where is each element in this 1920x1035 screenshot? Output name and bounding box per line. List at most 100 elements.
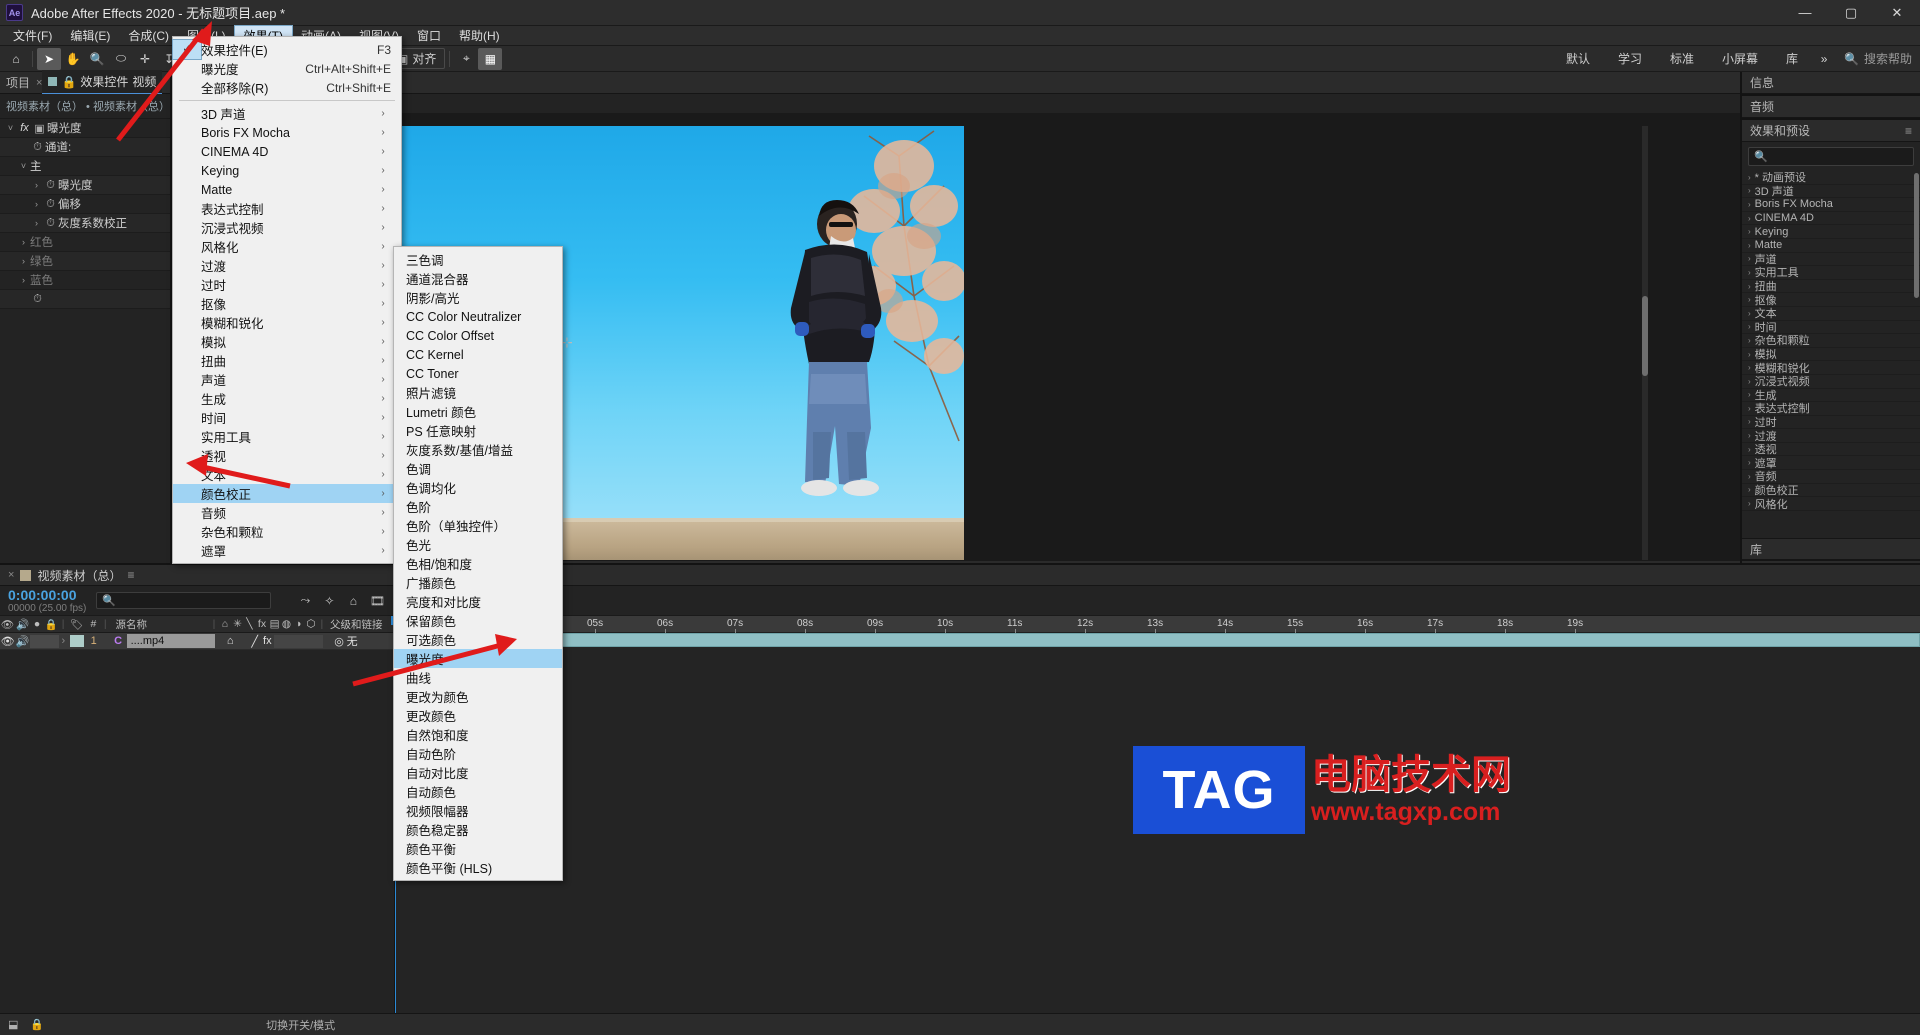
hide-shy-layers-icon[interactable]: ⌂ [343,592,363,610]
tab-effect-controls[interactable]: 🔒 效果控件 视频 [42,70,163,95]
disclosure-arrow-icon[interactable]: › [30,180,43,190]
chevron-right-icon[interactable]: › [1748,268,1751,277]
disclosure-arrow-icon[interactable]: › [17,237,30,247]
color-submenu-item[interactable]: CC Color Offset [394,326,562,345]
stopwatch-icon[interactable]: ⏱ [43,217,58,230]
effects-menu-category[interactable]: 风格化 › [173,237,401,256]
draft-3d-icon[interactable]: ✧ [319,592,339,610]
effects-menu-item[interactable]: ✓ 效果控件(E) F3 [172,39,401,60]
row-solo-toggle[interactable] [30,634,44,648]
panel-menu-icon[interactable]: ≡ [1905,124,1912,138]
row-motionblur-toggle[interactable] [285,634,298,648]
effects-category-row[interactable]: › CINEMA 4D [1742,212,1920,226]
effects-menu-category[interactable]: 生成 › [173,389,401,408]
disclosure-arrow-icon[interactable]: › [17,275,30,285]
color-submenu-item[interactable]: 色阶 [394,497,562,516]
row-adjustment-toggle[interactable] [297,634,310,648]
audio-panel-header[interactable]: 音频 [1742,96,1920,118]
table-row[interactable]: 👁 🔊 › 1 C ....mp4 ⌂ ╱ fx ◎ 无 [0,633,394,650]
chevron-right-icon[interactable]: › [1748,404,1751,413]
disclosure-arrow-icon[interactable]: ˅ [17,161,30,171]
search-help-box[interactable]: 🔍 搜索帮助 [1836,48,1920,69]
menu-8[interactable]: 帮助(H) [450,26,509,46]
toggle-switches-modes-label[interactable]: 切换开关/模式 [266,1017,335,1033]
chevron-right-icon[interactable]: › [1748,485,1751,494]
row-frameblend-toggle[interactable] [274,634,286,648]
chevron-right-icon[interactable]: › [1748,200,1751,209]
color-submenu-item[interactable]: 保留颜色 [394,611,562,630]
color-submenu-item[interactable]: 通道混合器 [394,269,562,288]
timeline-ruler[interactable]: 03s04s05s06s07s08s09s10s11s12s13s14s15s1… [395,616,1920,633]
color-submenu-item[interactable]: CC Color Neutralizer [394,307,562,326]
color-submenu-item[interactable]: 自然饱和度 [394,725,562,744]
chevron-right-icon[interactable]: › [1748,186,1751,195]
color-submenu-item[interactable]: Lumetri 颜色 [394,402,562,421]
disclosure-arrow-icon[interactable]: ˅ [4,123,17,133]
color-submenu-item[interactable]: 颜色稳定器 [394,820,562,839]
row-3d-toggle[interactable] [309,634,324,648]
effects-menu-category[interactable]: 过渡 › [173,256,401,275]
menu-1[interactable]: 编辑(E) [61,26,119,46]
color-correction-submenu[interactable]: 三色调 通道混合器 阴影/高光 CC Color Neutralizer CC Colo… [393,246,563,881]
effect-property-row[interactable]: › 蓝色 [0,271,170,290]
chevron-right-icon[interactable]: › [1748,214,1751,223]
color-submenu-item[interactable]: 可选颜色 [394,630,562,649]
effects-menu[interactable]: ✓ 效果控件(E) F3 曝光度 Ctrl+Alt+Shift+E 全部移除(R) Ctrl… [172,36,402,564]
row-lock-toggle[interactable] [43,634,60,648]
color-submenu-item[interactable]: 颜色平衡 (HLS) [394,858,562,877]
effects-category-list[interactable]: › * 动画预设 › 3D 声道 › Boris FX Mocha › CINEMA 4D › K… [1742,171,1920,538]
effects-category-row[interactable]: › Boris FX Mocha [1742,198,1920,212]
color-submenu-item[interactable]: 自动颜色 [394,782,562,801]
color-submenu-item[interactable]: 更改颜色 [394,706,562,725]
color-submenu-item[interactable]: 照片滤镜 [394,383,562,402]
chevron-right-icon[interactable]: › [1748,377,1751,386]
stopwatch-icon[interactable]: ⏱ [43,198,58,211]
color-submenu-item[interactable]: 灰度系数/基值/增益 [394,440,562,459]
color-submenu-item[interactable]: 广播颜色 [394,573,562,592]
effects-menu-category[interactable]: 抠像 › [173,294,401,313]
color-submenu-item[interactable]: 曲线 [394,668,562,687]
timeline-panel-menu-icon[interactable]: ≡ [127,568,134,582]
color-submenu-item[interactable]: 视频限幅器 [394,801,562,820]
status-lock-icon[interactable]: 🔒 [30,1018,44,1031]
effects-menu-category[interactable]: Boris FX Mocha › [173,123,401,142]
chevron-right-icon[interactable]: › [1748,227,1751,236]
row-audio-icon[interactable]: 🔊 [15,633,30,649]
effect-property-row[interactable]: › 红色 [0,233,170,252]
color-submenu-item[interactable]: CC Kernel [394,345,562,364]
pan-tool-icon[interactable]: ✛ [133,48,157,70]
hand-tool-icon[interactable]: ✋ [61,48,85,70]
info-panel-header[interactable]: 信息 [1742,72,1920,94]
effect-property-row[interactable]: › ⏱ 曝光度 [0,176,170,195]
chevron-right-icon[interactable]: › [1748,309,1751,318]
chevron-right-icon[interactable]: › [1748,336,1751,345]
snapping-icon[interactable]: ⌖ [454,48,478,70]
color-submenu-item[interactable]: CC Toner [394,364,562,383]
effects-menu-item[interactable]: 全部移除(R) Ctrl+Shift+E [173,78,401,97]
viewer-scrollbar[interactable] [1642,126,1648,560]
effects-menu-category[interactable]: 颜色校正 › [173,484,401,503]
effects-menu-category[interactable]: 模拟 › [173,332,401,351]
chevron-right-icon[interactable]: › [1748,282,1751,291]
effects-menu-category[interactable]: 杂色和颗粒 › [173,522,401,541]
solo-icon[interactable]: ● [30,616,43,632]
stopwatch-icon[interactable]: ⏱ [30,141,45,154]
effect-property-row[interactable]: ⏱ [0,290,170,309]
effects-menu-category[interactable]: 遮罩 › [173,541,401,560]
color-submenu-item[interactable]: PS 任意映射 [394,421,562,440]
stopwatch-icon[interactable]: ⏱ [30,293,45,306]
row-parent-value[interactable]: 无 [347,633,394,649]
row-shy-icon[interactable]: ⌂ [223,633,237,649]
color-submenu-item[interactable]: 曝光度 [394,649,562,668]
effect-property-row[interactable]: ˅ fx ▣ 曝光度 [0,119,170,138]
effects-search-input[interactable]: 🔍 [1748,147,1914,166]
chevron-right-icon[interactable]: › [1748,417,1751,426]
color-submenu-item[interactable]: 色光 [394,535,562,554]
row-fx-icon[interactable]: fx [261,633,275,649]
color-submenu-item[interactable]: 自动对比度 [394,763,562,782]
composition-mini-flowchart-icon[interactable]: ⤳ [295,592,315,610]
effects-menu-category[interactable]: Matte › [173,180,401,199]
effects-category-row[interactable]: › 风格化 [1742,497,1920,511]
chevron-right-icon[interactable]: › [1748,350,1751,359]
row-label-color[interactable] [69,635,84,647]
